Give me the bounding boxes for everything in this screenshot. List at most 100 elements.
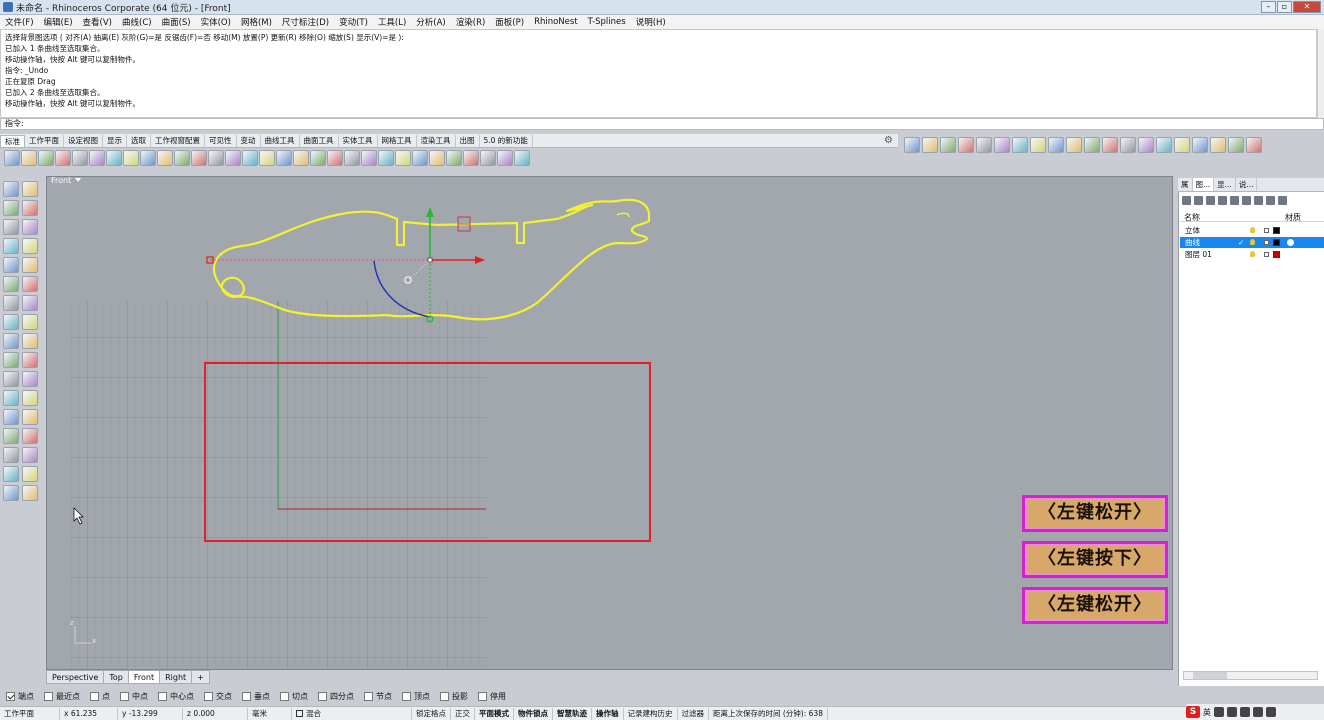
blend-icon[interactable] (1012, 137, 1028, 153)
menu-item[interactable]: 文件(F) (0, 16, 39, 28)
cone-tool-icon[interactable] (22, 295, 38, 311)
cut-icon[interactable] (89, 150, 105, 166)
patch-icon[interactable] (1084, 137, 1100, 153)
viewport-title[interactable]: Front (48, 176, 74, 186)
menu-item[interactable]: 曲面(S) (157, 16, 196, 28)
menu-item[interactable]: T-Splines (583, 17, 631, 27)
tab-13[interactable]: 出图 (456, 135, 480, 147)
rectangle-icon[interactable] (22, 238, 38, 254)
open-icon[interactable] (21, 150, 37, 166)
panel-scroll-thumb[interactable] (1193, 672, 1227, 679)
menu-item[interactable]: 尺寸标注(D) (277, 16, 334, 28)
plane-icon[interactable] (940, 137, 956, 153)
menu-item[interactable]: 分析(A) (411, 16, 450, 28)
split-tool-icon[interactable] (22, 352, 38, 368)
boolean-tool-icon[interactable] (3, 333, 19, 349)
osnap-checkbox[interactable] (364, 691, 373, 701)
menu-item[interactable]: 曲线(C) (117, 16, 157, 28)
osnap-checkbox[interactable] (6, 691, 15, 701)
view-tab-front[interactable]: Front (127, 670, 161, 684)
panel-tab-3[interactable]: 说... (1236, 178, 1258, 191)
save-icon[interactable] (38, 150, 54, 166)
sweep-icon[interactable] (994, 137, 1010, 153)
status-toggle-2[interactable]: 平面模式 (475, 707, 514, 720)
shell-icon[interactable] (1210, 137, 1226, 153)
select-arrow-icon[interactable] (3, 181, 19, 197)
status-toggle-1[interactable]: 正交 (451, 707, 475, 720)
extrude-icon[interactable] (958, 137, 974, 153)
cap-icon[interactable] (1192, 137, 1208, 153)
arc-icon[interactable] (22, 219, 38, 235)
osnap-checkbox[interactable] (440, 691, 449, 701)
visibility-bulb-icon[interactable] (1250, 227, 1255, 233)
osnap-2[interactable]: 点 (90, 691, 110, 702)
layer-color-swatch[interactable] (1273, 251, 1280, 258)
explode-tool-icon[interactable] (22, 371, 38, 387)
cplane-label[interactable]: 工作平面 (0, 707, 60, 720)
tab-9[interactable]: 曲面工具 (300, 135, 339, 147)
cube-icon[interactable] (976, 137, 992, 153)
tab-7[interactable]: 变动 (237, 135, 261, 147)
print-icon[interactable] (55, 150, 71, 166)
osnap-4[interactable]: 中心点 (158, 691, 194, 702)
osnap-6[interactable]: 垂点 (242, 691, 270, 702)
cylinder-tool-icon[interactable] (3, 295, 19, 311)
four-view-icon[interactable] (276, 150, 292, 166)
panel-tab-2[interactable]: 显... (1214, 178, 1236, 191)
osnap-10[interactable]: 顶点 (402, 691, 430, 702)
network-icon[interactable] (1048, 137, 1064, 153)
tab-2[interactable]: 设定视图 (64, 135, 103, 147)
render-icon[interactable] (395, 150, 411, 166)
new-sublayer-icon[interactable] (1194, 196, 1203, 205)
zoom-window-icon[interactable] (208, 150, 224, 166)
tray-grid-icon[interactable] (1266, 707, 1276, 717)
lock-icon[interactable] (361, 150, 377, 166)
analyze-icon[interactable] (22, 447, 38, 463)
osnap-7[interactable]: 切点 (280, 691, 308, 702)
cylinder-icon[interactable] (922, 137, 938, 153)
surface-icon[interactable] (3, 314, 19, 330)
menu-item[interactable]: 变动(T) (334, 16, 373, 28)
point-icon[interactable] (22, 181, 38, 197)
filter-icon[interactable] (1254, 196, 1263, 205)
array-icon[interactable] (3, 390, 19, 406)
scale-icon[interactable] (22, 390, 38, 406)
rotate-view-icon[interactable] (259, 150, 275, 166)
osnap-checkbox[interactable] (242, 691, 251, 701)
offset-icon[interactable] (1138, 137, 1154, 153)
osnap-3[interactable]: 中点 (120, 691, 148, 702)
status-toggle-5[interactable]: 操作轴 (592, 707, 624, 720)
tab-5[interactable]: 工作视窗配置 (151, 135, 205, 147)
ime-language[interactable]: 英 (1203, 707, 1211, 718)
material-icon[interactable] (1287, 239, 1294, 246)
tab-14[interactable]: 5.0 的新功能 (480, 135, 533, 147)
undo-icon[interactable] (140, 150, 156, 166)
tab-12[interactable]: 渲染工具 (417, 135, 456, 147)
menu-item[interactable]: 编辑(E) (39, 16, 78, 28)
material-tool-icon[interactable] (3, 485, 19, 501)
circle-icon[interactable] (3, 219, 19, 235)
text-icon[interactable] (3, 409, 19, 425)
curve-icon[interactable] (22, 257, 38, 273)
tab-10[interactable]: 实体工具 (339, 135, 378, 147)
tab-11[interactable]: 网格工具 (378, 135, 417, 147)
visibility-bulb-icon[interactable] (1250, 251, 1255, 257)
front-viewport[interactable]: z x (46, 176, 1173, 670)
menu-item[interactable]: 渲染(R) (451, 16, 491, 28)
pan-icon[interactable] (157, 150, 173, 166)
moon-icon[interactable] (1214, 707, 1224, 717)
sphere-icon[interactable] (463, 150, 479, 166)
microphone-icon[interactable] (1227, 707, 1237, 717)
tab-0[interactable]: 标准 (0, 135, 25, 147)
box-icon[interactable] (3, 276, 19, 292)
status-toggle-4[interactable]: 智慧轨迹 (553, 707, 592, 720)
triangle-icon[interactable] (3, 238, 19, 254)
visibility-bulb-icon[interactable] (1250, 239, 1255, 245)
zoom-extents-icon[interactable] (225, 150, 241, 166)
tab-1[interactable]: 工作平面 (25, 135, 64, 147)
light-icon[interactable] (344, 150, 360, 166)
gumball-x-arrow[interactable] (475, 256, 485, 264)
layer-color-swatch[interactable] (1273, 227, 1280, 234)
view-tab-perspective[interactable]: Perspective (46, 670, 105, 684)
minimize-button[interactable]: – (1261, 1, 1276, 13)
